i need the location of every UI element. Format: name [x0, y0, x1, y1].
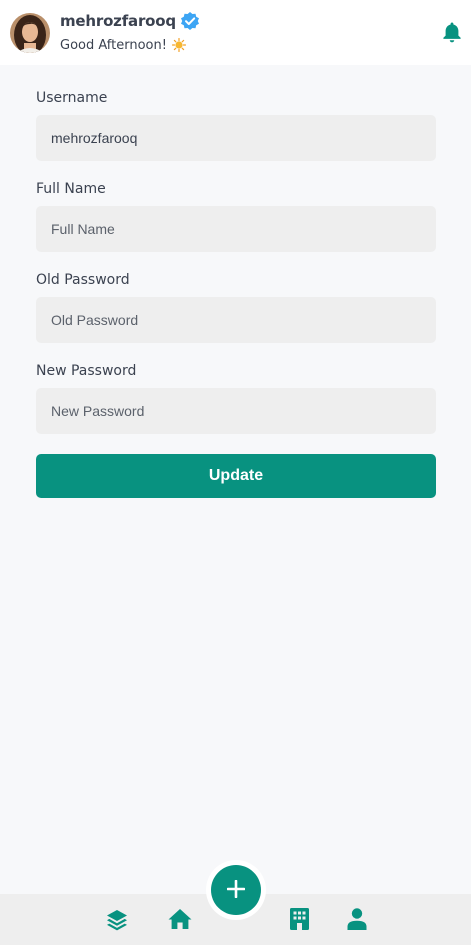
- top-header: mehrozfarooq Good Afternoon!: [0, 0, 471, 65]
- sun-icon: [171, 38, 186, 52]
- avatar[interactable]: [10, 13, 50, 53]
- home-icon[interactable]: [168, 908, 192, 935]
- username-label: Username: [36, 90, 108, 106]
- user-icon[interactable]: [347, 908, 367, 935]
- new-password-input[interactable]: [36, 388, 436, 434]
- full-name-input[interactable]: [36, 206, 436, 252]
- username-input[interactable]: [36, 115, 436, 161]
- full-name-label: Full Name: [36, 181, 106, 197]
- username-row: mehrozfarooq: [60, 11, 200, 31]
- bell-icon[interactable]: [442, 21, 462, 43]
- old-password-label: Old Password: [36, 272, 130, 288]
- greeting-text: Good Afternoon!: [60, 37, 167, 53]
- verified-badge-icon: [180, 11, 200, 31]
- building-icon[interactable]: [290, 908, 309, 935]
- app-root: mehrozfarooq Good Afternoon! Username me…: [0, 0, 471, 945]
- layers-icon[interactable]: [105, 908, 129, 937]
- header-username: mehrozfarooq: [60, 12, 176, 30]
- update-button[interactable]: Update: [36, 454, 436, 498]
- add-icon: [226, 879, 246, 901]
- old-password-input[interactable]: [36, 297, 436, 343]
- greeting-row: Good Afternoon!: [60, 36, 186, 54]
- add-button[interactable]: [211, 865, 261, 915]
- new-password-label: New Password: [36, 363, 137, 379]
